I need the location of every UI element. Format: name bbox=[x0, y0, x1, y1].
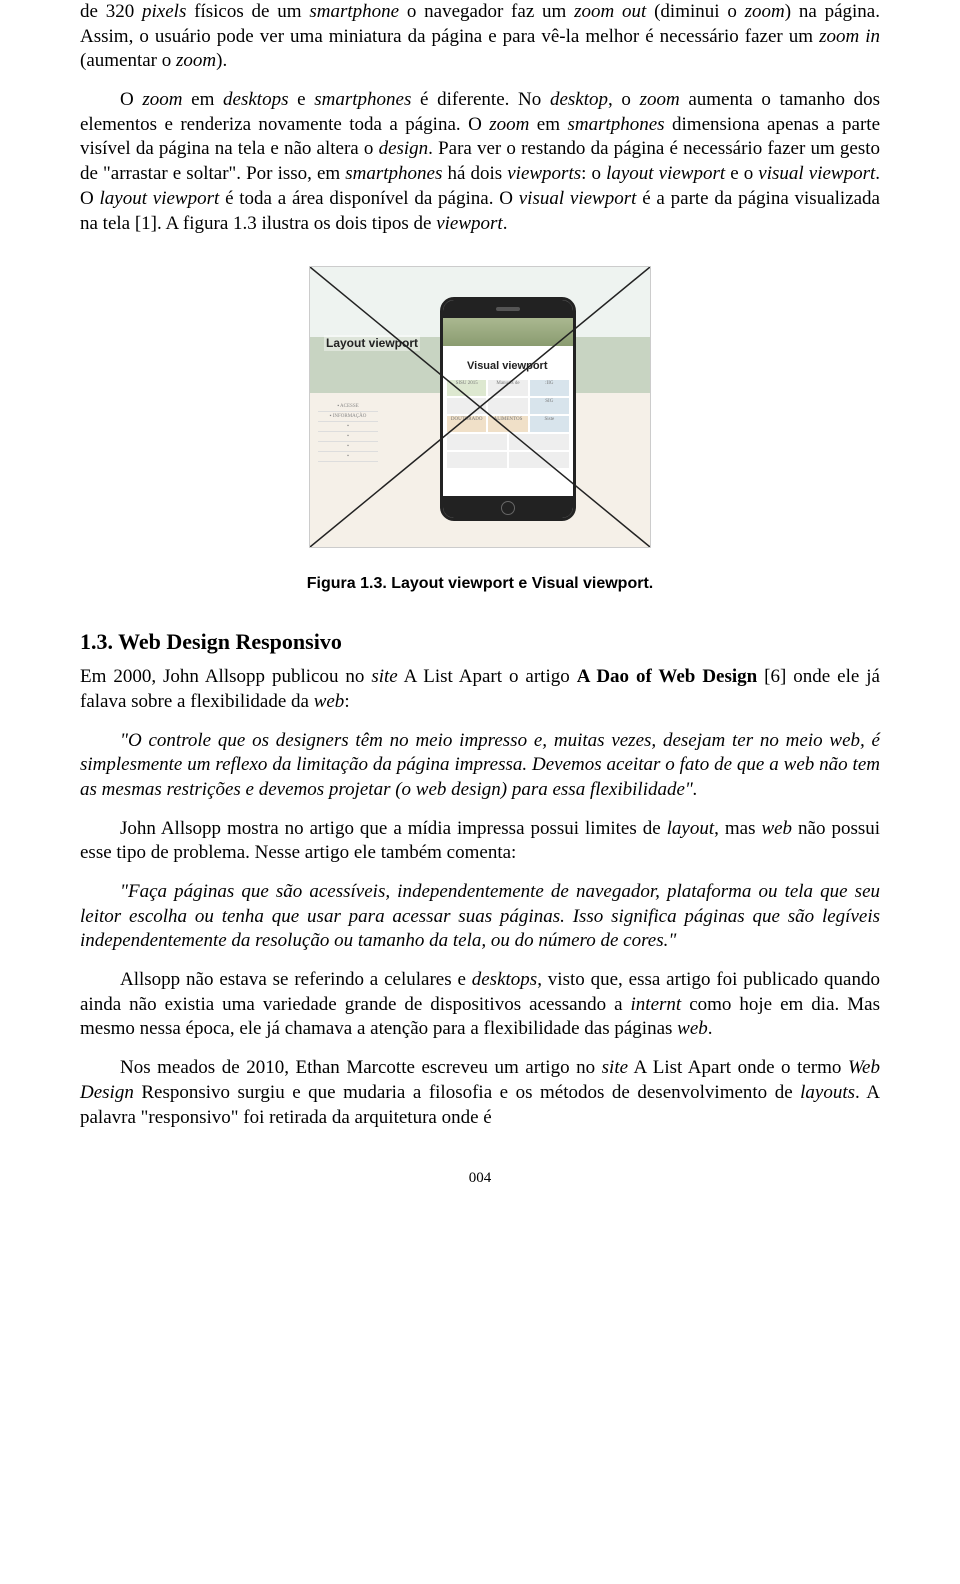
text: físicos de um bbox=[186, 1, 309, 22]
text: Em 2000, John Allsopp publicou no bbox=[80, 666, 371, 687]
text-italic: layout viewport bbox=[100, 188, 220, 209]
text: em bbox=[529, 114, 567, 135]
text-italic: pixels bbox=[142, 1, 186, 22]
phone-cell: Siste bbox=[530, 416, 569, 432]
phone-cell: :IIG bbox=[530, 380, 569, 396]
phone-cell bbox=[509, 452, 569, 468]
text-italic: site bbox=[602, 1057, 628, 1078]
text-italic: visual viewport bbox=[758, 163, 875, 184]
text-italic: design bbox=[379, 138, 429, 159]
text-italic: web bbox=[761, 818, 792, 839]
text: . bbox=[708, 1018, 713, 1039]
phone-cell: SIG bbox=[530, 398, 569, 414]
text-italic: zoom bbox=[142, 89, 182, 110]
text-italic: web bbox=[314, 691, 345, 712]
text-italic: zoom bbox=[176, 50, 216, 71]
phone-cell: ALIMENTOS bbox=[488, 416, 527, 432]
text-italic: smartphones bbox=[567, 114, 664, 135]
text-italic: layouts bbox=[800, 1082, 855, 1103]
visual-viewport-label: Visual viewport bbox=[467, 360, 548, 372]
text-italic: smartphones bbox=[314, 89, 411, 110]
text: ). bbox=[216, 50, 227, 71]
text: é diferente. No bbox=[411, 89, 550, 110]
phone-cell bbox=[447, 434, 507, 450]
figure-illustration: Layout viewport ▪ ACESSE ▪ INFORMAÇÃO ▪ … bbox=[309, 266, 651, 548]
text-italic: desktop bbox=[550, 89, 608, 110]
text-italic: internt bbox=[631, 994, 682, 1015]
text: A List Apart onde o termo bbox=[628, 1057, 848, 1078]
phone-cell bbox=[488, 398, 527, 414]
text: . bbox=[503, 213, 508, 234]
text: em bbox=[183, 89, 224, 110]
section-heading-1-3: 1.3. Web Design Responsivo bbox=[80, 629, 880, 655]
text-italic: layout bbox=[667, 818, 715, 839]
text-italic: zoom bbox=[745, 1, 785, 22]
text-italic: smartphones bbox=[345, 163, 442, 184]
text-italic: desktops bbox=[472, 969, 537, 990]
text: e o bbox=[725, 163, 758, 184]
block-quote-1: "O controle que os designers têm no meio… bbox=[80, 729, 880, 803]
body-paragraph-2: O zoom em desktops e smartphones é difer… bbox=[80, 88, 880, 236]
text-italic: zoom out bbox=[574, 1, 646, 22]
phone-cell: SISU 2015 bbox=[447, 380, 486, 396]
text: o navegador faz um bbox=[399, 1, 574, 22]
text: Responsivo surgiu e que mudaria a filoso… bbox=[134, 1082, 800, 1103]
text-italic: web bbox=[677, 1018, 708, 1039]
text: : o bbox=[581, 163, 606, 184]
text-italic: smartphone bbox=[309, 1, 399, 22]
phone-frame-icon: Visual viewport SISU 2015 Manuais de :II… bbox=[440, 297, 576, 521]
text: é toda a área disponível da página. O bbox=[219, 188, 518, 209]
text-italic: zoom in bbox=[819, 26, 880, 47]
body-paragraph-1: de 320 pixels físicos de um smartphone o… bbox=[80, 0, 880, 74]
phone-cell bbox=[447, 452, 507, 468]
text-italic: viewports bbox=[507, 163, 581, 184]
text-italic: viewport bbox=[436, 213, 503, 234]
text: Nos meados de 2010, Ethan Marcotte escre… bbox=[120, 1057, 602, 1078]
section-paragraph-2: John Allsopp mostra no artigo que a mídi… bbox=[80, 817, 880, 866]
text: : bbox=[344, 691, 349, 712]
text: de 320 bbox=[80, 1, 142, 22]
text: , mas bbox=[714, 818, 761, 839]
text: O bbox=[120, 89, 142, 110]
layout-viewport-label: Layout viewport bbox=[324, 335, 420, 351]
section-paragraph-4: Nos meados de 2010, Ethan Marcotte escre… bbox=[80, 1056, 880, 1130]
section-paragraph-1: Em 2000, John Allsopp publicou no site A… bbox=[80, 665, 880, 714]
phone-cell bbox=[447, 398, 486, 414]
section-title: Web Design Responsivo bbox=[118, 629, 342, 654]
text-italic: layout viewport bbox=[606, 163, 725, 184]
text: (aumentar o bbox=[80, 50, 176, 71]
phone-cell bbox=[509, 434, 569, 450]
text: há dois bbox=[442, 163, 507, 184]
text-italic: desktops bbox=[223, 89, 288, 110]
figure-1-3: Layout viewport ▪ ACESSE ▪ INFORMAÇÃO ▪ … bbox=[80, 266, 880, 593]
text: A List Apart o artigo bbox=[398, 666, 577, 687]
text-italic: zoom bbox=[640, 89, 680, 110]
text: Allsopp não estava se referindo a celula… bbox=[120, 969, 472, 990]
text-italic: visual viewport bbox=[519, 188, 637, 209]
block-quote-2: "Faça páginas que são acessíveis, indepe… bbox=[80, 880, 880, 954]
page-number: 004 bbox=[80, 1170, 880, 1187]
text-bold: A Dao of Web Design bbox=[577, 666, 758, 687]
text: John Allsopp mostra no artigo que a mídi… bbox=[120, 818, 667, 839]
text: e bbox=[288, 89, 314, 110]
phone-cell: Manuais de bbox=[488, 380, 527, 396]
section-number: 1.3. bbox=[80, 629, 113, 654]
background-sidebar: ▪ ACESSE ▪ INFORMAÇÃO ▪ ▪ ▪ ▪ bbox=[318, 402, 378, 532]
text: , o bbox=[608, 89, 640, 110]
text: (diminui o bbox=[646, 1, 744, 22]
section-paragraph-3: Allsopp não estava se referindo a celula… bbox=[80, 968, 880, 1042]
text-italic: site bbox=[371, 666, 397, 687]
figure-caption: Figura 1.3. Layout viewport e Visual vie… bbox=[80, 575, 880, 593]
phone-cell: DOUTORADO bbox=[447, 416, 486, 432]
text-italic: zoom bbox=[489, 114, 529, 135]
